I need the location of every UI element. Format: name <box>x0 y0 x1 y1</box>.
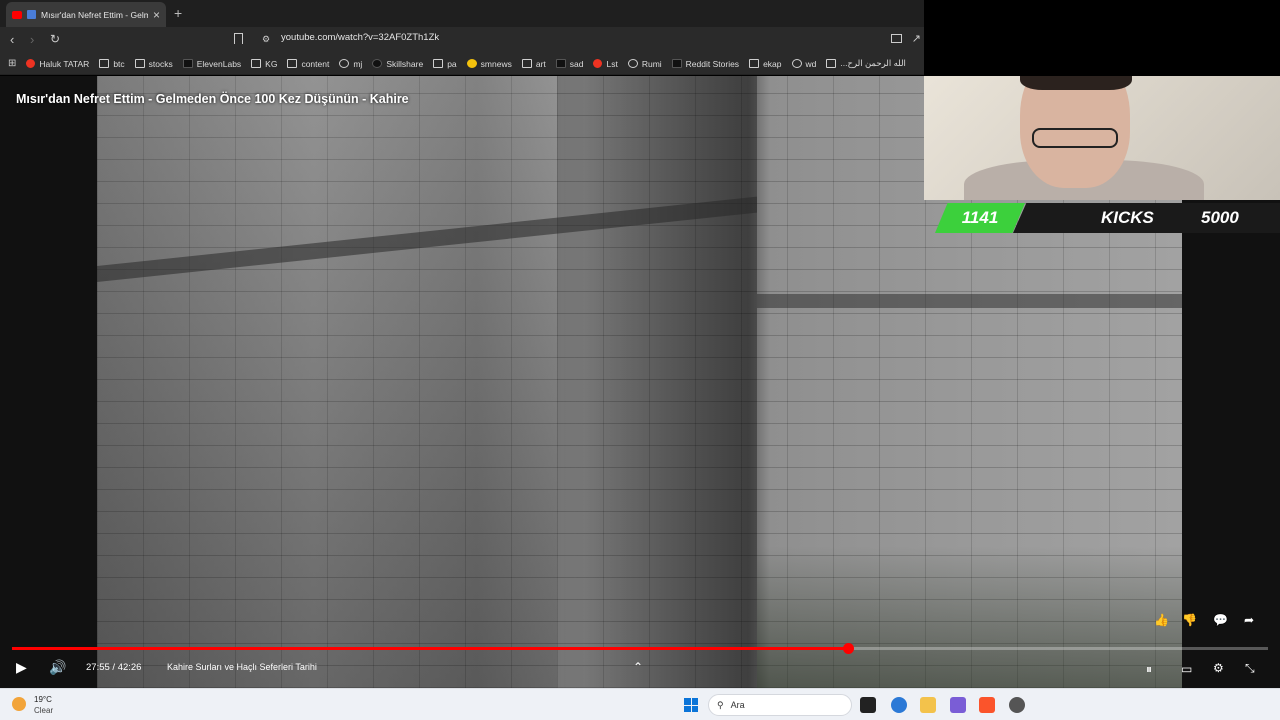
time-display: 27:55 / 42:26 <box>86 662 142 673</box>
subtitles-icon[interactable]: ▭ <box>1181 662 1192 676</box>
elevenlabs-icon <box>182 59 193 68</box>
volume-icon[interactable]: 🔊 <box>49 659 66 676</box>
chevron-up-icon[interactable]: ⌃ <box>633 660 643 674</box>
github-icon <box>339 59 350 68</box>
reddit-stories-icon <box>671 59 682 68</box>
bookmark-item[interactable]: ekap <box>749 59 782 69</box>
cast-icon[interactable] <box>891 34 902 43</box>
site-info-icon[interactable]: ⚙ <box>262 34 270 45</box>
pause-autoplay-icon[interactable]: ⏸ <box>1146 662 1152 677</box>
share-icon[interactable]: ↗ <box>912 32 921 45</box>
bookmark-item[interactable]: stocks <box>134 59 173 69</box>
bookmark-item[interactable]: sad <box>555 59 583 69</box>
folder-icon <box>134 59 145 68</box>
page-icon <box>27 10 36 19</box>
weather-condition: Clear <box>34 706 54 715</box>
start-icon[interactable] <box>684 698 698 712</box>
tab-active[interactable]: Mısır'dan Nefret Ettim - Gelm × <box>6 2 166 27</box>
bookmark-item[interactable]: Haluk TATAR <box>26 59 89 69</box>
comments-icon[interactable]: 💬 <box>1213 613 1228 627</box>
bookmark-item[interactable]: Rumi <box>627 59 662 69</box>
progress-fill <box>12 647 849 650</box>
youtube-icon <box>12 10 22 19</box>
kicks-label: KICKS <box>1101 208 1154 227</box>
bookmark-item[interactable]: content <box>287 59 329 69</box>
chapter-title[interactable]: Kahire Surları ve Haçlı Seferleri Tarihi <box>167 662 317 672</box>
kicks-count: 1141 <box>935 203 1025 233</box>
address-bar: ‹ › ↻ ⚙ youtube.com/watch?v=32AF0ZTh1Zk … <box>0 27 924 53</box>
bookmark-item[interactable]: art <box>521 59 546 69</box>
bookmark-item[interactable]: ...الله الرحمن الرح <box>826 58 906 69</box>
video-title[interactable]: Mısır'dan Nefret Ettim - Gelmeden Önce 1… <box>16 92 409 106</box>
webcam-overlay <box>924 76 1280 200</box>
folder-icon <box>433 59 444 68</box>
exit-fullscreen-icon[interactable]: ⤡ <box>1245 661 1255 676</box>
bookmark-item[interactable]: smnews <box>466 59 512 69</box>
folder-icon <box>521 59 532 68</box>
video-player[interactable]: Mısır'dan Nefret Ettim - Gelmeden Önce 1… <box>0 76 1280 688</box>
bookmark-item[interactable]: mj <box>339 59 362 69</box>
copilot-icon[interactable] <box>891 697 907 713</box>
temperature: 19°C <box>34 695 52 704</box>
settings-icon[interactable]: ⚙ <box>1213 661 1224 675</box>
folder-icon <box>99 59 110 68</box>
close-tab-icon[interactable]: × <box>153 9 160 21</box>
document-icon <box>826 59 837 68</box>
pen-icon <box>555 59 566 68</box>
bookmark-item[interactable]: ElevenLabs <box>182 59 241 69</box>
app-icon[interactable] <box>1009 697 1025 713</box>
weather-icon[interactable] <box>12 697 26 711</box>
apps-icon[interactable]: ⊞ <box>8 58 16 69</box>
youtube-icon <box>26 59 36 68</box>
brave-icon[interactable] <box>979 697 995 713</box>
dislike-icon[interactable]: 👎 <box>1182 613 1197 627</box>
ekap-icon <box>749 59 760 68</box>
folder-icon <box>251 59 262 68</box>
globe-icon <box>627 59 638 68</box>
file-explorer-icon[interactable] <box>920 697 936 713</box>
smnews-icon <box>466 59 477 68</box>
task-view-icon[interactable] <box>860 697 876 713</box>
bookmark-item[interactable]: pa <box>433 59 457 69</box>
tab-title: Mısır'dan Nefret Ettim - Gelm <box>41 9 148 20</box>
bookmark-item[interactable]: KG <box>251 59 277 69</box>
kicks-goal: 5000 <box>1201 208 1239 227</box>
back-icon[interactable]: ‹ <box>10 32 14 47</box>
like-icon[interactable]: 👍 <box>1154 613 1169 627</box>
kicks-counter: 1141 KICKS 5000 <box>935 203 1280 233</box>
snipping-tool-icon[interactable] <box>950 697 966 713</box>
bookmark-icon[interactable] <box>234 33 243 44</box>
wd-icon <box>791 59 802 68</box>
bookmark-item[interactable]: Reddit Stories <box>671 59 739 69</box>
new-tab-button[interactable]: + <box>174 5 182 21</box>
taskbar: 19°C Clear ⚲ Ara <box>0 688 1280 720</box>
bookmark-item[interactable]: btc <box>99 59 125 69</box>
share-arrow-icon[interactable]: ➦ <box>1244 613 1254 627</box>
bookmarks-bar: ⊞ Haluk TATAR btc stocks ElevenLabs KG c… <box>0 53 924 75</box>
folder-icon <box>287 59 298 68</box>
taskbar-search[interactable]: ⚲ Ara <box>708 694 852 716</box>
play-icon[interactable]: ▶ <box>16 659 27 676</box>
bookmark-item[interactable]: Skillshare <box>372 59 423 69</box>
progress-bar[interactable] <box>12 643 1268 654</box>
search-placeholder: Ara <box>730 700 745 710</box>
bookmark-item[interactable]: Lst <box>593 59 618 69</box>
url-field[interactable]: youtube.com/watch?v=32AF0ZTh1Zk <box>281 32 439 43</box>
skillshare-icon <box>372 59 383 68</box>
forward-icon[interactable]: › <box>30 32 34 47</box>
search-icon: ⚲ <box>717 699 724 710</box>
lst-icon <box>593 59 603 68</box>
reload-icon[interactable]: ↻ <box>50 32 60 46</box>
bookmark-item[interactable]: wd <box>791 59 816 69</box>
tab-bar: Mısır'dan Nefret Ettim - Gelm × + <box>0 0 924 27</box>
